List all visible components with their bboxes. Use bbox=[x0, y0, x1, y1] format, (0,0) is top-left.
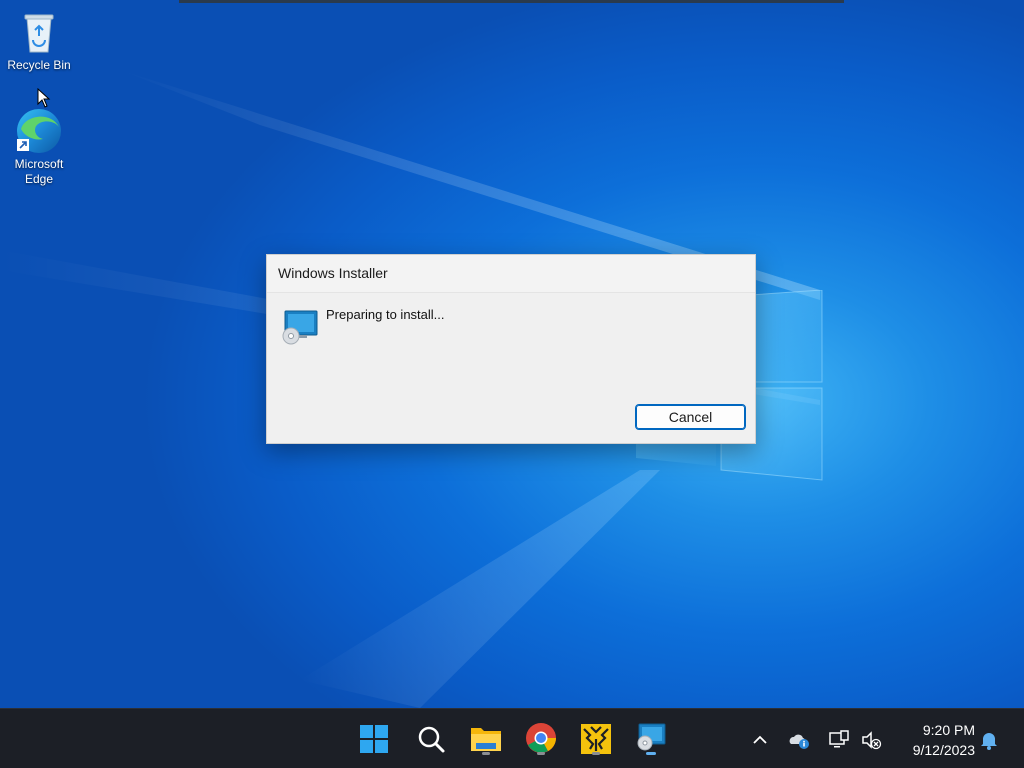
dialog-message: Preparing to install... bbox=[326, 307, 445, 322]
desktop-icon-microsoft-edge[interactable]: Microsoft Edge bbox=[4, 107, 74, 187]
mouse-cursor-icon bbox=[37, 88, 51, 108]
active-indicator bbox=[646, 752, 656, 755]
windows-start-icon bbox=[360, 725, 388, 753]
edge-icon bbox=[15, 107, 63, 155]
volume-muted-icon bbox=[862, 731, 882, 750]
taskbar-yellow-app[interactable] bbox=[579, 721, 613, 757]
desktop-icon-label: Microsoft Edge bbox=[14, 157, 64, 186]
onedrive-icon bbox=[789, 734, 809, 749]
clock-time: 9:20 PM bbox=[922, 722, 975, 738]
clock-date: 9/12/2023 bbox=[912, 742, 975, 758]
network-tray-button[interactable] bbox=[828, 729, 850, 751]
running-indicator bbox=[592, 752, 600, 755]
desktop-icon-label: Recycle Bin bbox=[7, 58, 71, 72]
search-button[interactable] bbox=[414, 721, 448, 757]
clock[interactable]: 9:20 PM 9/12/2023 bbox=[895, 720, 975, 760]
chevron-up-icon bbox=[753, 735, 767, 744]
dialog-title: Windows Installer bbox=[267, 255, 755, 293]
notifications-button[interactable] bbox=[978, 729, 1000, 751]
show-hidden-icons-button[interactable] bbox=[749, 729, 771, 751]
taskbar-windows-installer[interactable] bbox=[634, 721, 668, 757]
cancel-button[interactable]: Cancel bbox=[635, 404, 746, 430]
search-icon bbox=[418, 726, 445, 753]
taskbar-file-explorer[interactable] bbox=[469, 721, 503, 757]
running-indicator bbox=[537, 752, 545, 755]
windows-installer-dialog: Windows Installer Preparing to install..… bbox=[266, 254, 756, 444]
start-button[interactable] bbox=[357, 721, 391, 757]
taskbar-chrome[interactable] bbox=[524, 721, 558, 757]
window-edge-bar bbox=[179, 0, 844, 3]
running-indicator bbox=[482, 752, 490, 755]
installer-icon bbox=[282, 310, 318, 345]
taskbar: 9:20 PM 9/12/2023 bbox=[0, 708, 1024, 768]
desktop-icon-recycle-bin[interactable]: Recycle Bin bbox=[4, 8, 74, 73]
recycle-bin-icon bbox=[15, 8, 63, 56]
onedrive-tray-button[interactable] bbox=[788, 729, 810, 751]
volume-tray-button[interactable] bbox=[860, 729, 882, 751]
bell-icon bbox=[981, 733, 997, 750]
network-icon bbox=[829, 730, 849, 748]
dialog-body: Preparing to install... Cancel bbox=[267, 293, 755, 443]
